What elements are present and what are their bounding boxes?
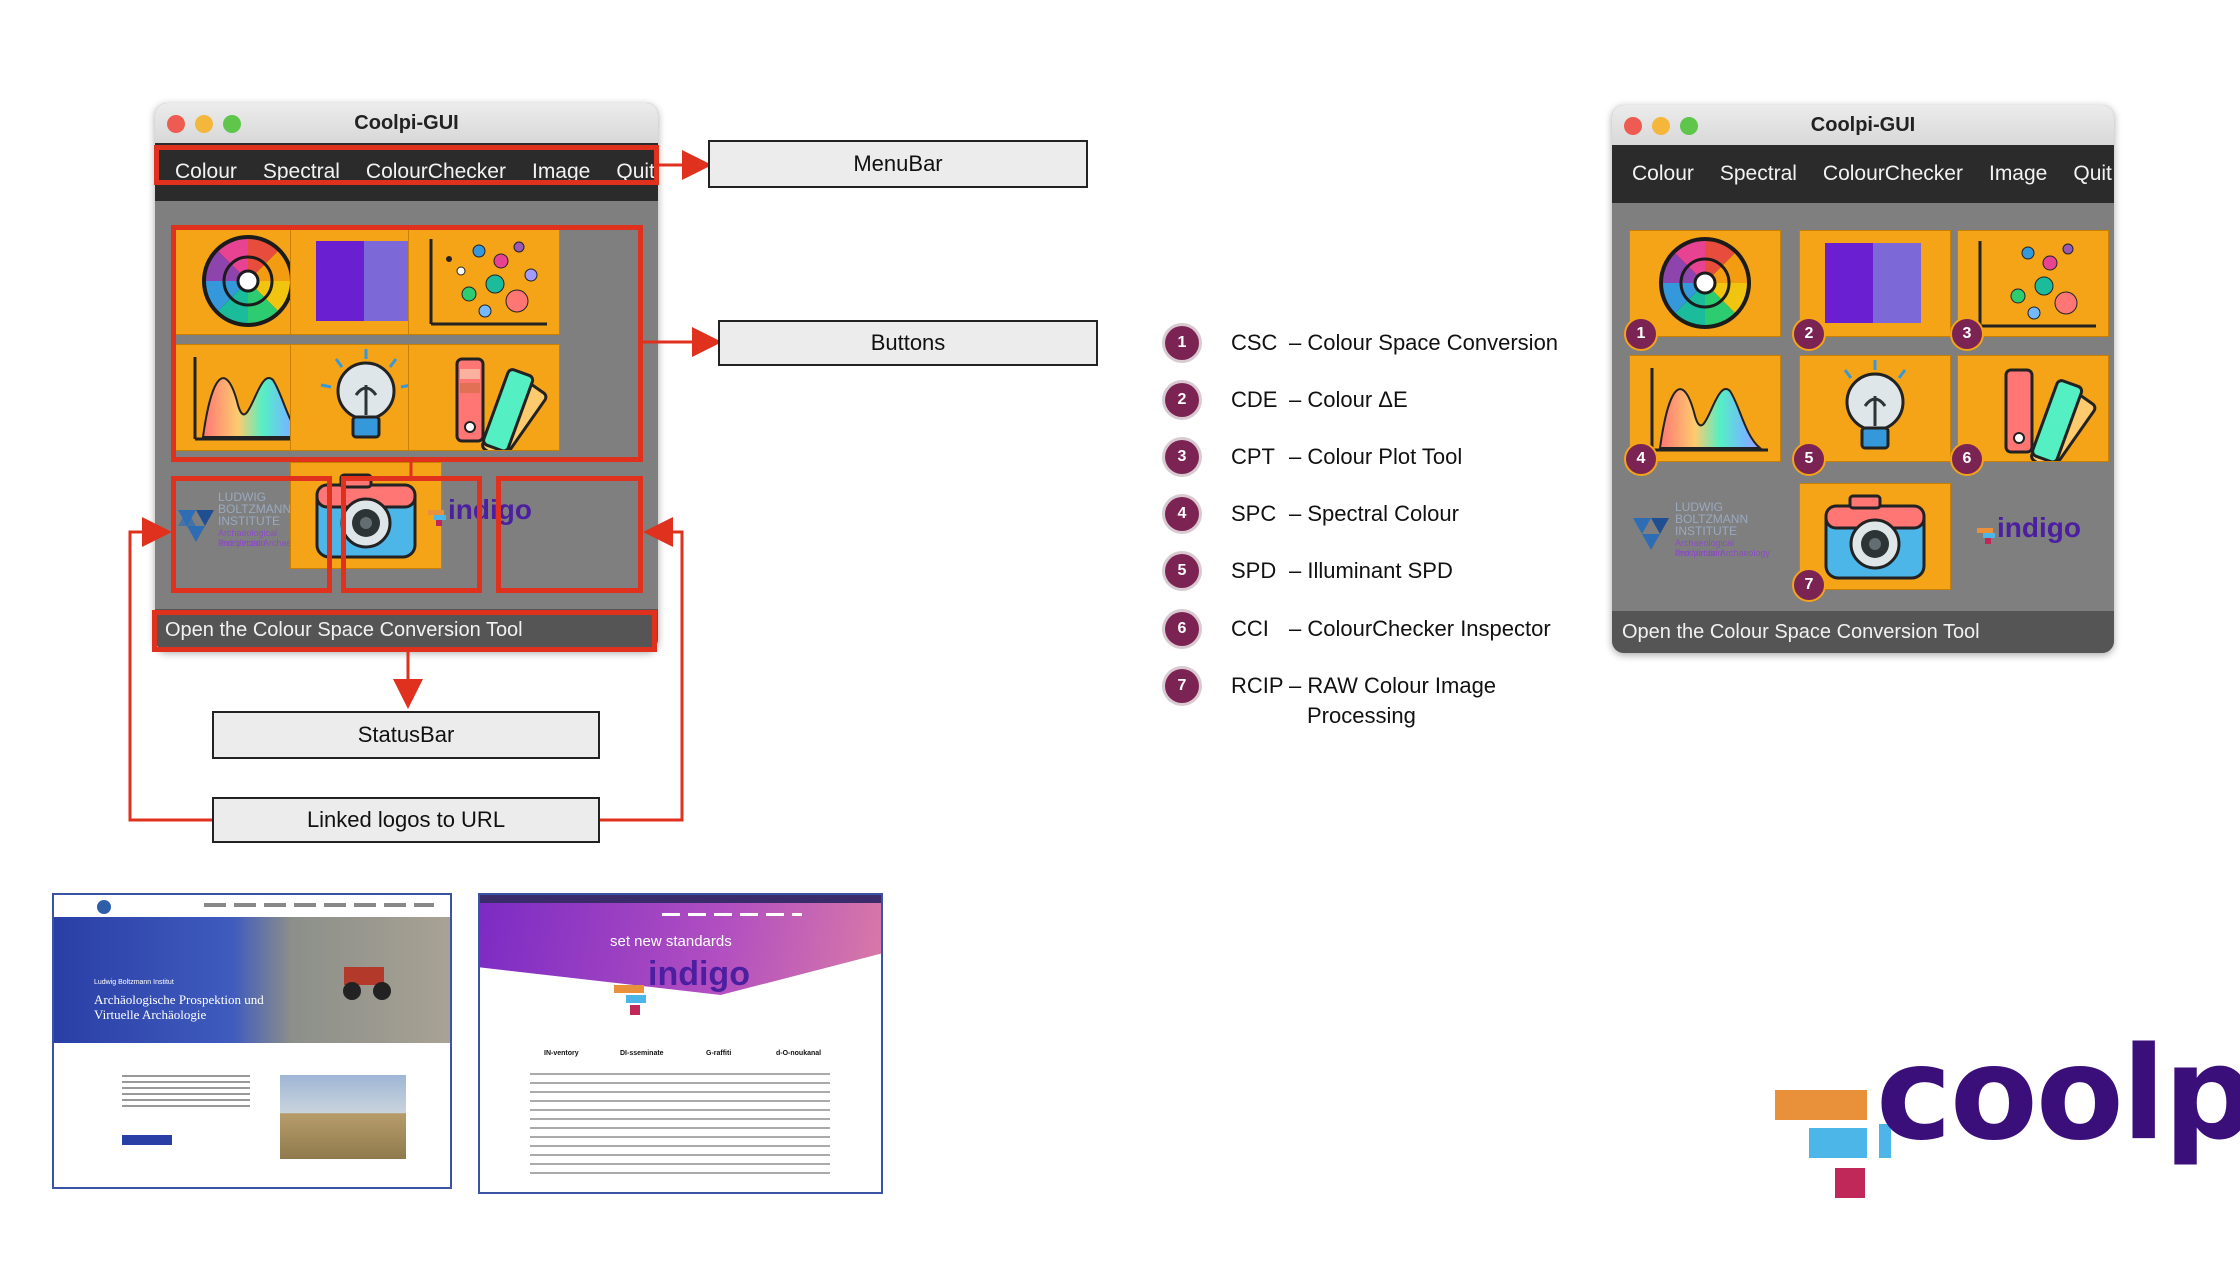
legend-number: 7	[1165, 669, 1199, 703]
legend-number: 5	[1165, 554, 1199, 588]
legend-item: 1 CSC – Colour Space Conversion	[1165, 326, 1558, 360]
colour-compare-icon	[1825, 243, 1921, 323]
badge-3: 3	[1950, 317, 1984, 351]
legend-number: 3	[1165, 440, 1199, 474]
indigo-logo-link[interactable]: indigo	[1957, 480, 2107, 585]
lbi-site-nav-links[interactable]	[204, 903, 434, 907]
legend-desc: – Colour Space Conversion	[1289, 330, 1559, 355]
badge-2: 2	[1792, 317, 1826, 351]
legend-abbr: CSC	[1231, 330, 1278, 355]
indigo-site-tagline: set new standards	[610, 933, 732, 950]
indigo-website-screenshot[interactable]: set new standards indigo IN-ventory DI-s…	[478, 893, 883, 1194]
tractor-image	[343, 967, 391, 1000]
indigo-site-feature: G-raffiti	[706, 1050, 732, 1057]
menu-colour[interactable]: Colour	[1632, 162, 1694, 186]
menu-colourchecker[interactable]: ColourChecker	[1823, 162, 1963, 186]
scatter-plot-icon	[1978, 241, 2096, 328]
lbi-site-hero-heading-1: Archäologische Prospektion und	[94, 992, 264, 1007]
lbi-logo-line: INSTITUTE	[1675, 524, 1737, 538]
legend-item: 5 SPD – Illuminant SPD	[1165, 554, 1453, 588]
camera-icon	[1824, 494, 1926, 580]
legend-item: 3 CPT – Colour Plot Tool	[1165, 440, 1462, 474]
buttons-label: Buttons	[718, 320, 1098, 366]
status-bar: Open the Colour Space Conversion Tool	[1612, 611, 2114, 653]
badge-1: 1	[1624, 317, 1658, 351]
lbi-site-button[interactable]	[122, 1135, 172, 1145]
badge-7: 7	[1792, 568, 1826, 602]
legend-number: 4	[1165, 497, 1199, 531]
lbi-site-hero: Ludwig Boltzmann Institut Archäologische…	[54, 917, 450, 1043]
menu-image[interactable]: Image	[1989, 162, 2047, 186]
minimize-icon[interactable]	[1652, 117, 1670, 135]
legend-desc: – Illuminant SPD	[1289, 558, 1453, 583]
badge-5: 5	[1792, 442, 1826, 476]
badge-6: 6	[1950, 442, 1984, 476]
legend-abbr: RCIP	[1231, 673, 1284, 698]
badge-4: 4	[1624, 442, 1658, 476]
indigo-site-topbar	[480, 895, 881, 903]
indigo-site-nav-links[interactable]	[662, 913, 802, 916]
zoom-icon[interactable]	[1680, 117, 1698, 135]
legend-desc: – RAW Colour Image	[1289, 673, 1497, 698]
statusbar-label: StatusBar	[212, 711, 600, 759]
numbered-app-window: Coolpi-GUI Colour Spectral ColourChecker…	[1612, 105, 2114, 653]
legend-item: 4 SPC – Spectral Colour	[1165, 497, 1459, 531]
lbi-website-screenshot[interactable]: Ludwig Boltzmann Institut Archäologische…	[52, 893, 452, 1189]
menu-spectral[interactable]: Spectral	[1720, 162, 1797, 186]
legend-desc: – Spectral Colour	[1289, 501, 1459, 526]
colourchecker-inspector-button[interactable]	[1957, 355, 2109, 462]
lbi-logo-link[interactable]: LUDWIG BOLTZMANN INSTITUTE Archaeologica…	[1629, 480, 1779, 585]
menubar: Colour Spectral ColourChecker Image Quit	[1612, 145, 2114, 203]
legend-desc: – ColourChecker Inspector	[1289, 616, 1551, 641]
legend-desc-cont: Processing	[1307, 703, 1416, 728]
menubar-label: MenuBar	[708, 140, 1088, 188]
light-bulb-icon	[1843, 360, 1907, 450]
close-icon[interactable]	[1624, 117, 1642, 135]
coolpi-logo-text: coolpi	[1876, 1020, 2240, 1169]
legend-abbr: SPC	[1231, 501, 1277, 526]
lbi-site-body-text	[122, 1075, 250, 1111]
field-photo	[280, 1075, 406, 1159]
colour-swatch-icon	[2004, 368, 2097, 461]
indigo-site-body-text	[530, 1073, 830, 1181]
legend-item: 7 RCIP – RAW Colour Image Processing	[1165, 669, 1496, 729]
indigo-logo-text: indigo	[1997, 512, 2081, 543]
indigo-site-feature: IN-ventory	[544, 1050, 579, 1057]
legend-desc: – Colour ΔE	[1289, 387, 1408, 412]
window-title: Coolpi-GUI	[1810, 114, 1916, 136]
colour-wheel-icon	[1659, 237, 1751, 329]
lbi-logo-line: and Virtual Archaeology	[1675, 548, 1770, 558]
indigo-site-logo-text: indigo	[648, 955, 750, 993]
lbi-site-navbar	[54, 895, 450, 918]
legend-abbr: SPD	[1231, 558, 1277, 583]
legend-item: 2 CDE – Colour ΔE	[1165, 383, 1408, 417]
spectrum-icon	[1650, 368, 1768, 452]
lbi-site-hero-heading-2: Virtuelle Archäologie	[94, 1007, 207, 1022]
menu-quit[interactable]: Quit	[2073, 162, 2112, 186]
indigo-site-feature: d-O-noukanal	[776, 1050, 822, 1057]
legend-number: 6	[1165, 612, 1199, 646]
linked-logos-label: Linked logos to URL	[212, 797, 600, 843]
legend-abbr: CPT	[1231, 444, 1275, 469]
colour-plot-tool-button[interactable]	[1957, 230, 2109, 337]
colour-delta-e-button[interactable]	[1799, 230, 1951, 337]
legend-desc: – Colour Plot Tool	[1289, 444, 1463, 469]
indigo-site-feature: DI-sseminate	[620, 1050, 664, 1057]
legend-abbr: CCI	[1231, 616, 1269, 641]
lbi-site-hero-subtitle: Ludwig Boltzmann Institut	[94, 979, 174, 986]
legend-item: 6 CCI – ColourChecker Inspector	[1165, 612, 1551, 646]
legend-abbr: CDE	[1231, 387, 1278, 412]
lbi-site-logo	[97, 900, 111, 914]
window-titlebar: Coolpi-GUI	[1612, 105, 2114, 145]
legend-number: 1	[1165, 326, 1199, 360]
legend-desc-block: – RAW Colour Image Processing	[1289, 673, 1496, 729]
illuminant-spd-button[interactable]	[1799, 355, 1951, 462]
legend-number: 2	[1165, 383, 1199, 417]
